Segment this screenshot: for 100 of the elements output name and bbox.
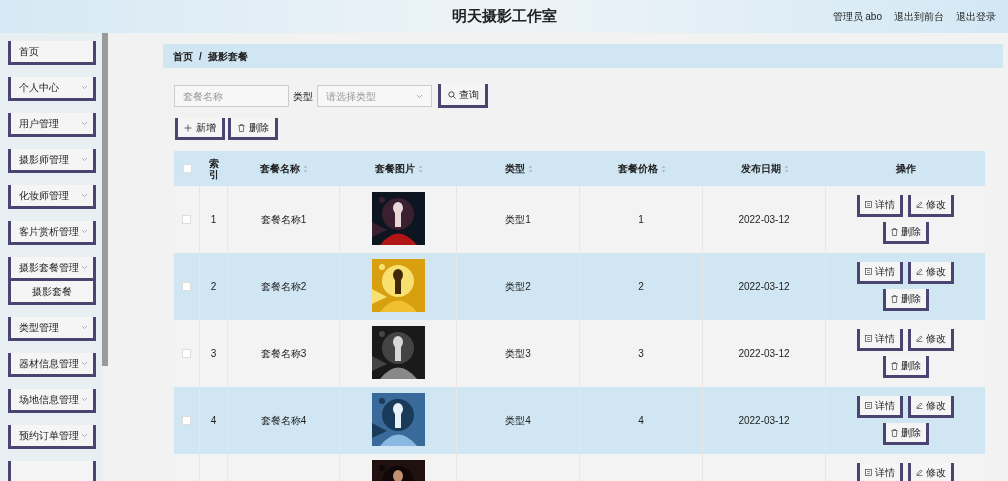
delete-button[interactable]: 删除: [882, 356, 929, 378]
detail-button[interactable]: 详情: [857, 329, 903, 351]
document-icon: [865, 469, 872, 476]
chevron-icon: [81, 433, 88, 438]
menu-item[interactable]: 摄影套餐管理: [8, 257, 96, 281]
checkbox[interactable]: [182, 215, 191, 224]
menu-item[interactable]: 首页: [8, 41, 96, 65]
chevron-icon: [81, 157, 88, 162]
search-icon: [447, 90, 456, 99]
checkbox[interactable]: [182, 164, 192, 173]
edit-button[interactable]: 修改: [908, 396, 954, 418]
menu-item[interactable]: 摄影师管理: [8, 149, 96, 173]
menu-item[interactable]: 预约订单管理: [8, 425, 96, 449]
menu-label: 首页: [19, 45, 39, 59]
sort-icon[interactable]: [417, 164, 423, 173]
detail-button[interactable]: 详情: [857, 463, 903, 481]
menu-item[interactable]: [8, 461, 96, 481]
menu-label: 用户管理: [19, 117, 59, 131]
table-cell-text: 类型3: [505, 347, 531, 361]
delete-button[interactable]: 删除: [882, 423, 929, 445]
user-label: 管理员 abo: [832, 10, 882, 24]
table-cell-text: 套餐名称1: [260, 213, 307, 227]
edit-button[interactable]: 修改: [908, 329, 954, 351]
column-header: 索引: [209, 157, 219, 180]
table-cell-text: 2022-03-12: [738, 213, 790, 227]
table-cell-text: 1: [638, 213, 644, 227]
menu-item[interactable]: 类型管理: [8, 317, 96, 341]
menu-label: 器材信息管理: [19, 357, 79, 371]
column-header: 套餐价格: [617, 162, 658, 176]
sort-icon[interactable]: [783, 164, 789, 173]
table-cell-text: 3: [638, 347, 644, 361]
table-cell-text: 3: [210, 347, 217, 361]
menu-label: 预约订单管理: [19, 429, 79, 443]
sort-icon[interactable]: [660, 164, 666, 173]
scrollbar[interactable]: [102, 33, 108, 366]
menu-item[interactable]: 化妆师管理: [8, 185, 96, 209]
edit-button[interactable]: 修改: [908, 262, 954, 284]
table-cell-text: 2: [638, 280, 644, 294]
delete-button[interactable]: 删除: [228, 118, 278, 140]
column-header: 类型: [504, 162, 525, 176]
table-cell-text: 1: [210, 213, 217, 227]
header-link[interactable]: 退出登录: [956, 9, 996, 24]
table-cell-text: 套餐名称4: [260, 414, 307, 428]
query-button[interactable]: 查询: [438, 84, 488, 108]
menu-label: 化妆师管理: [19, 189, 69, 203]
menu-label: 个人中心: [19, 81, 59, 95]
sort-icon[interactable]: [527, 164, 533, 173]
detail-button[interactable]: 详情: [857, 195, 903, 217]
app-title: 明天摄影工作室: [451, 6, 557, 27]
document-icon: [865, 201, 872, 208]
checkbox[interactable]: [182, 349, 191, 358]
menu-item[interactable]: 场地信息管理: [8, 389, 96, 413]
column-header: 发布日期: [740, 162, 781, 176]
chevron-icon: [81, 121, 88, 126]
header-link[interactable]: 退出到前台: [894, 9, 944, 24]
edit-button[interactable]: 修改: [908, 195, 954, 217]
search-field[interactable]: 套餐名称: [174, 85, 289, 107]
trash-icon: [890, 294, 898, 303]
document-icon: [865, 402, 872, 409]
submenu-item[interactable]: 摄影套餐: [8, 281, 96, 305]
add-button[interactable]: 新增: [175, 118, 225, 140]
chevron-icon: [81, 229, 88, 234]
checkbox[interactable]: [182, 282, 191, 291]
sort-icon[interactable]: [303, 164, 308, 173]
menu-item[interactable]: 客片赏析管理: [8, 221, 96, 245]
chevron-icon: [81, 397, 88, 402]
detail-button[interactable]: 详情: [857, 262, 903, 284]
table-cell-text: 套餐名称3: [260, 347, 307, 361]
delete-button[interactable]: 删除: [882, 222, 929, 244]
column-header: 套餐图片: [374, 162, 415, 176]
breadcrumb-link[interactable]: 首页: [173, 48, 193, 64]
trash-icon: [890, 428, 898, 437]
menu-label: 摄影师管理: [19, 153, 69, 167]
menu-item[interactable]: 器材信息管理: [8, 353, 96, 377]
plus-icon: [184, 123, 192, 132]
edit-button[interactable]: 修改: [908, 463, 954, 481]
table-cell-text: 2022-03-12: [738, 280, 790, 294]
breadcrumb-separator: /: [199, 49, 202, 64]
chevron-icon: [81, 325, 88, 330]
delete-button[interactable]: 删除: [882, 289, 929, 311]
pencil-icon: [916, 402, 923, 409]
table-cell-text: 类型1: [505, 213, 531, 227]
chevron-icon: [81, 85, 88, 90]
pencil-icon: [916, 335, 923, 342]
breadcrumb-current: 摄影套餐: [207, 49, 248, 64]
chevron-icon: [81, 361, 88, 366]
menu-item[interactable]: 个人中心: [8, 77, 96, 101]
document-icon: [865, 268, 872, 275]
checkbox[interactable]: [182, 416, 191, 425]
trash-icon: [890, 227, 898, 236]
pencil-icon: [916, 469, 923, 476]
detail-button[interactable]: 详情: [857, 396, 903, 418]
table-cell-text: 2022-03-12: [738, 414, 790, 428]
table-cell-text: 套餐名称2: [260, 280, 307, 294]
menu-label: 类型管理: [19, 321, 59, 335]
trash-icon: [237, 123, 245, 132]
chevron-icon: [81, 193, 88, 198]
menu-item[interactable]: 用户管理: [8, 113, 96, 137]
menu-label: 摄影套餐管理: [19, 261, 79, 275]
trash-icon: [890, 361, 898, 370]
